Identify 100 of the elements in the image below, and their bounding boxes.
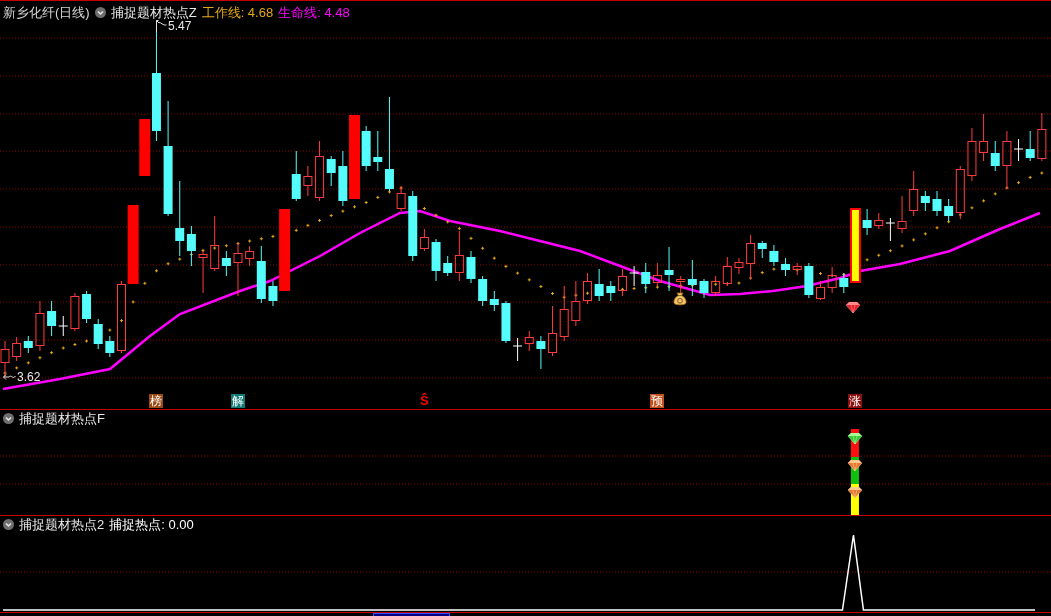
falling-candle [769,244,779,267]
falling-candle [606,280,616,302]
falling-candle [862,208,872,236]
falling-candle [920,190,930,212]
gem-icon [847,433,863,445]
falling-candle [804,262,814,299]
rising-candle [827,266,837,294]
rising-candle [139,119,151,176]
rising-candle [979,113,989,162]
cut-off-tab[interactable] [373,613,450,616]
indicator-name: 捕捉题材热点2 [19,517,105,531]
signal-badge: 预 [650,394,665,408]
doji-candle [1013,138,1024,162]
falling-candle [443,255,453,277]
rising-candle [874,212,884,230]
falling-candle [1025,130,1035,162]
high-price-label: 5.47 [168,20,192,32]
indicator-name: 捕捉题材热点Z [110,5,197,19]
money-bag-icon [673,292,687,306]
rising-candle [816,280,825,301]
falling-candle [687,259,697,297]
rising-candle [559,285,569,342]
falling-candle [501,300,511,344]
chevron-down-icon[interactable] [3,518,14,530]
gem-icon [847,487,863,499]
rising-candle [676,275,686,295]
falling-candle [536,335,546,370]
indicator-name: 捕捉题材热点F [19,411,105,425]
falling-candle [466,250,476,284]
falling-candle [664,246,674,292]
signal-badge: 涨 [848,394,863,408]
doji-candle [629,265,640,287]
rising-candle [617,268,627,297]
signal-glyph: Ŝ [419,393,430,408]
rising-candle [746,234,756,280]
signal-badge: 解 [231,394,245,408]
gem-icon [845,302,861,314]
falling-candle [338,150,348,207]
falling-candle [93,318,103,350]
rising-candle [454,230,464,282]
rising-candle [419,228,429,252]
stock-title: 新乡化纤(日线) [3,5,90,19]
chevron-down-icon[interactable] [94,6,106,18]
falling-candle [932,190,942,217]
falling-candle [326,155,336,187]
doji-candle [58,315,69,337]
falling-candle [408,190,418,262]
rising-candle [652,262,662,287]
rising-candle [198,250,208,294]
rising-candle [70,292,80,332]
leader-arrow-icon [156,20,167,32]
rising-candle [396,185,406,212]
falling-candle [781,257,791,277]
falling-candle [268,280,278,307]
rising-candle [897,195,907,234]
rising-candle [303,165,313,197]
rising-candle [967,127,977,182]
falling-candle [641,262,651,294]
doji-candle [512,337,523,362]
rising-candle [35,300,45,352]
rising-candle [524,330,534,352]
falling-candle [105,335,115,358]
signal-badge: 榜 [149,394,164,408]
falling-candle [256,245,266,304]
rising-candle [955,165,965,220]
rising-candle [583,272,592,305]
rising-candle [1002,130,1012,190]
rising-candle [909,170,919,217]
falling-candle [944,198,954,222]
rising-candle [734,257,744,275]
falling-candle [23,335,33,354]
rising-candle [315,140,325,202]
falling-candle [594,268,604,302]
rising-candle [722,256,732,287]
falling-candle [47,300,57,337]
rising-candle [711,275,721,297]
rising-candle [0,340,10,378]
legend-value: 工作线: 4.68 [201,5,274,19]
hotspot-reading: 捕捉热点: 0.00 [109,517,194,531]
rising-candle [233,242,243,297]
falling-candle [361,125,371,172]
falling-candle [757,240,767,259]
doji-candle [885,217,896,242]
rising-candle [571,280,581,327]
falling-candle [291,150,301,202]
falling-candle [699,278,709,299]
falling-candle [221,250,231,277]
legend-value: 生命线: 4.48 [278,5,350,19]
falling-candle [990,140,1000,172]
falling-candle [839,272,849,294]
rising-candle [548,305,558,357]
chevron-down-icon[interactable] [3,412,14,424]
leader-arrow-icon [3,373,16,381]
rising-candle [12,336,22,362]
gem-icon [847,460,863,472]
falling-candle [82,290,92,324]
rising-candle [245,245,255,267]
low-price-label: 3.62 [17,371,41,383]
rising-candle [792,262,802,276]
rising-candle [1037,112,1047,162]
